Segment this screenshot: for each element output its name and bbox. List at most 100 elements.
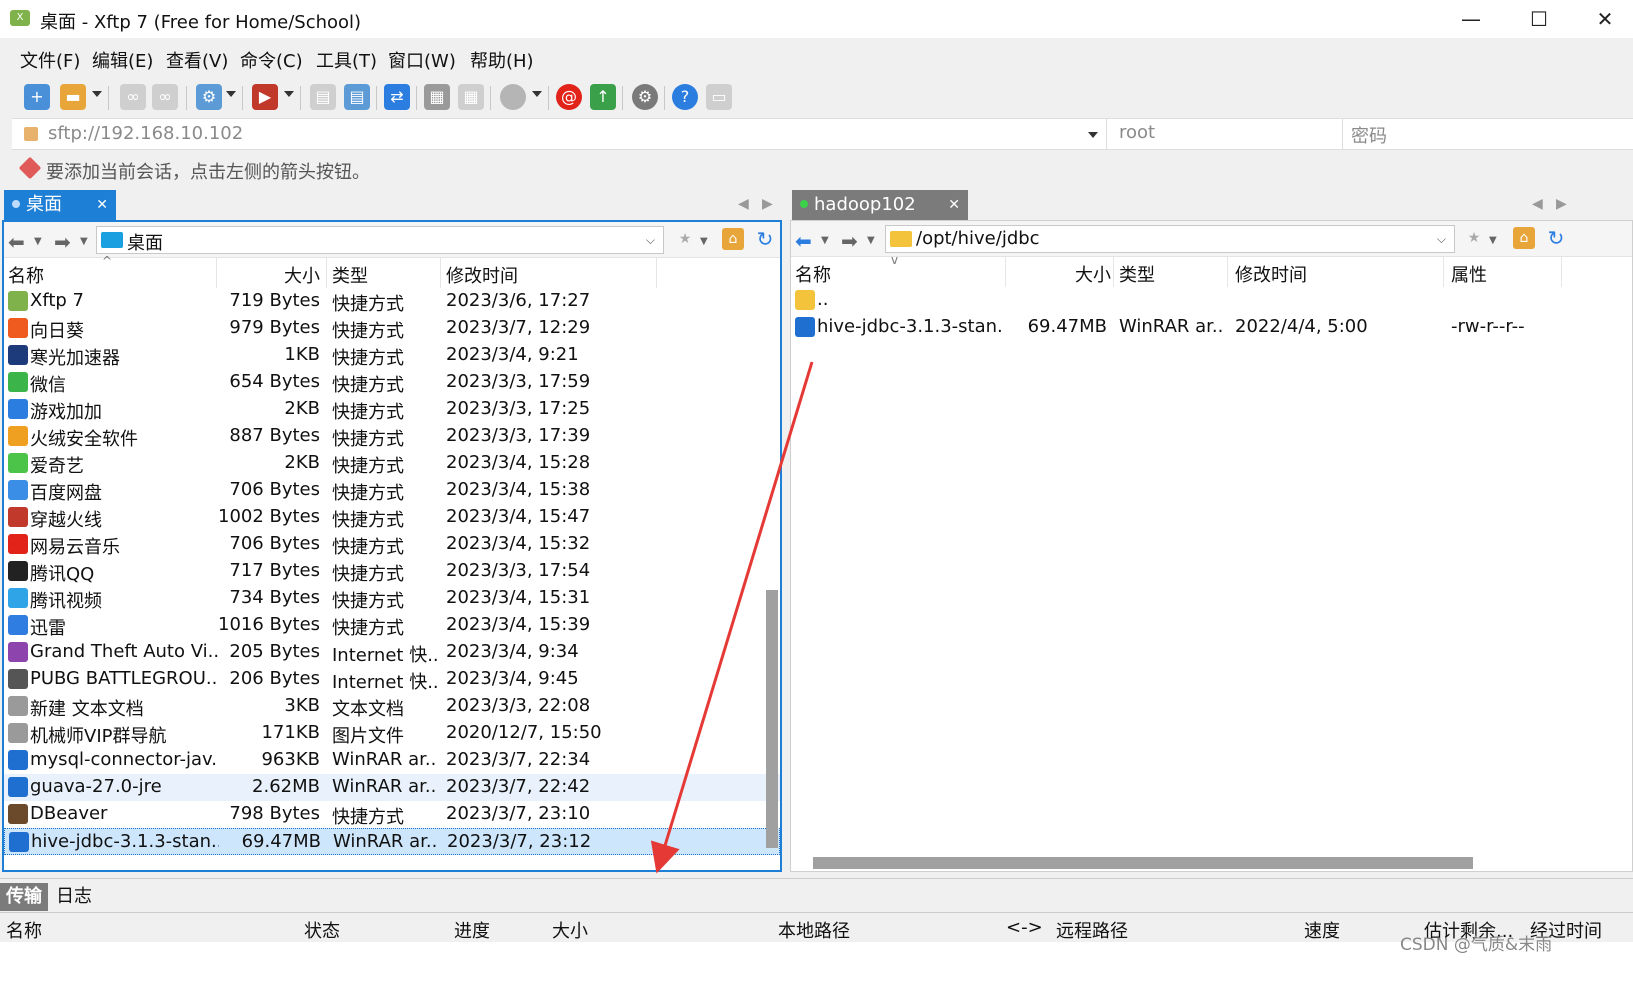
table-row[interactable]: 网易云音乐 706 Bytes 快捷方式 2023/3/4, 15:32 (4, 531, 780, 558)
tab-log[interactable]: 日志 (50, 883, 98, 911)
col-modified[interactable]: 修改时间 (446, 262, 518, 288)
table-row[interactable]: 迅雷 1016 Bytes 快捷方式 2023/3/4, 15:39 (4, 612, 780, 639)
username-input[interactable]: root (1106, 119, 1342, 149)
col-speed[interactable]: 速度 (1304, 917, 1340, 943)
col-name[interactable]: 名称 (795, 261, 831, 287)
status-dropdown-icon[interactable] (532, 91, 542, 97)
settings-gear-icon[interactable]: ⚙ (632, 84, 658, 110)
col-type[interactable]: 类型 (332, 262, 368, 288)
path-dropdown-icon[interactable]: ⌵ (646, 233, 655, 248)
table-row[interactable]: 向日葵 979 Bytes 快捷方式 2023/3/7, 12:29 (4, 315, 780, 342)
col-size[interactable]: 大小 (1075, 261, 1111, 287)
forward-arrow-icon[interactable]: ➡ (841, 229, 858, 253)
xftp-icon[interactable]: ↑ (590, 84, 616, 110)
forward-dropdown-icon[interactable]: ▼ (80, 236, 88, 247)
table-row[interactable]: 百度网盘 706 Bytes 快捷方式 2023/3/4, 15:38 (4, 477, 780, 504)
refresh-icon[interactable]: ↻ (754, 228, 776, 250)
col-status[interactable]: 状态 (304, 917, 340, 943)
table-row[interactable]: mysql-connector-jav... 963KB WinRAR ar... 2… (4, 747, 780, 774)
host-input[interactable]: sftp://192.168.10.102 (48, 123, 243, 144)
menu-file[interactable]: 文件(F) (20, 47, 80, 73)
new-session-icon[interactable]: + (24, 84, 50, 110)
table-row[interactable]: 腾讯视频 734 Bytes 快捷方式 2023/3/4, 15:31 (4, 585, 780, 612)
transfer-icon[interactable]: ▶ (252, 84, 278, 110)
copy-icon[interactable]: ▦ (424, 84, 450, 110)
tab-prev-icon[interactable]: ◀ (738, 196, 749, 212)
col-local-path[interactable]: 本地路径 (778, 917, 850, 943)
table-row[interactable]: hive-jdbc-3.1.3-stan... 69.47MB WinRAR ar.… (791, 314, 1632, 341)
table-row[interactable]: 微信 654 Bytes 快捷方式 2023/3/3, 17:59 (4, 369, 780, 396)
table-row[interactable]: 游戏加加 2KB 快捷方式 2023/3/3, 17:25 (4, 396, 780, 423)
table-row[interactable]: 腾讯QQ 717 Bytes 快捷方式 2023/3/3, 17:54 (4, 558, 780, 585)
table-row[interactable]: 寒光加速器 1KB 快捷方式 2023/3/4, 9:21 (4, 342, 780, 369)
properties-dropdown-icon[interactable] (226, 91, 236, 97)
table-row[interactable]: 火绒安全软件 887 Bytes 快捷方式 2023/3/3, 17:39 (4, 423, 780, 450)
back-dropdown-icon[interactable]: ▼ (34, 236, 42, 247)
col-progress[interactable]: 进度 (454, 917, 490, 943)
properties-icon[interactable]: ⚙ (196, 84, 222, 110)
parent-folder-icon[interactable]: ⌂ (1513, 227, 1535, 249)
tab-transfer[interactable]: 传输 (0, 883, 48, 911)
chat-icon[interactable]: ▭ (706, 84, 732, 110)
local-path-field[interactable]: 桌面 ⌵ (96, 226, 664, 254)
col-attributes[interactable]: 属性 (1451, 261, 1487, 287)
col-direction[interactable]: <-> (1006, 917, 1043, 938)
local-vertical-scrollbar[interactable] (766, 590, 778, 848)
col-type[interactable]: 类型 (1119, 261, 1155, 287)
password-input[interactable]: 密码 (1342, 119, 1633, 149)
maximize-button[interactable]: ☐ (1514, 4, 1564, 34)
menu-window[interactable]: 窗口(W) (388, 47, 456, 73)
col-remote-path[interactable]: 远程路径 (1056, 917, 1128, 943)
status-icon[interactable] (500, 84, 526, 110)
open-folder-icon[interactable]: ▬ (60, 84, 86, 110)
minimize-button[interactable]: — (1446, 4, 1496, 34)
transfer-dropdown-icon[interactable] (284, 91, 294, 97)
open-dropdown-icon[interactable] (92, 91, 102, 97)
remote-horizontal-scrollbar[interactable] (813, 857, 1473, 869)
table-row[interactable]: 穿越火线 1002 Bytes 快捷方式 2023/3/4, 15:47 (4, 504, 780, 531)
close-tab-icon[interactable]: ✕ (948, 190, 960, 220)
close-button[interactable]: ✕ (1580, 4, 1630, 34)
tab-remote[interactable]: hadoop102 ✕ (792, 190, 968, 220)
bookmark-dropdown-icon[interactable]: ▼ (700, 236, 708, 247)
path-dropdown-icon[interactable]: ⌵ (1437, 232, 1446, 247)
col-size[interactable]: 大小 (552, 917, 588, 943)
menu-help[interactable]: 帮助(H) (470, 47, 534, 73)
bookmark-star-icon[interactable]: ★ (1463, 227, 1485, 249)
upload-icon[interactable]: ▤ (344, 84, 370, 110)
menu-tools[interactable]: 工具(T) (316, 47, 377, 73)
table-row[interactable]: 新建 文本文档 3KB 文本文档 2023/3/3, 22:08 (4, 693, 780, 720)
refresh-icon[interactable]: ↻ (1545, 227, 1567, 249)
close-tab-icon[interactable]: ✕ (96, 190, 108, 220)
tab-next-icon[interactable]: ▶ (762, 196, 773, 212)
table-row[interactable]: hive-jdbc-3.1.3-stan... 69.47MB WinRAR ar.… (4, 828, 780, 855)
connect-icon[interactable]: ∞ (120, 84, 146, 110)
tab-next-icon[interactable]: ▶ (1556, 196, 1567, 212)
paste-icon[interactable]: ▦ (458, 84, 484, 110)
tab-local[interactable]: 桌面 ✕ (4, 190, 116, 220)
remote-path-field[interactable]: /opt/hive/jdbc ⌵ (885, 225, 1455, 253)
tab-prev-icon[interactable]: ◀ (1532, 196, 1543, 212)
table-row[interactable]: guava-27.0-jre 2.62MB WinRAR ar... 2023/3/7… (4, 774, 780, 801)
forward-dropdown-icon[interactable]: ▼ (867, 235, 875, 246)
table-row[interactable]: 爱奇艺 2KB 快捷方式 2023/3/4, 15:28 (4, 450, 780, 477)
help-icon[interactable]: ? (672, 84, 698, 110)
table-row[interactable]: Xftp 7 719 Bytes 快捷方式 2023/3/6, 17:27 (4, 288, 780, 315)
back-arrow-icon[interactable]: ⬅ (8, 230, 25, 254)
table-row[interactable]: 机械师VIP群导航 171KB 图片文件 2020/12/7, 15:50 (4, 720, 780, 747)
menu-command[interactable]: 命令(C) (240, 47, 303, 73)
sync-icon[interactable]: ⇄ (384, 84, 410, 110)
bookmark-dropdown-icon[interactable]: ▼ (1489, 235, 1497, 246)
download-icon[interactable]: ▤ (310, 84, 336, 110)
menu-view[interactable]: 查看(V) (166, 47, 228, 73)
menu-edit[interactable]: 编辑(E) (92, 47, 153, 73)
back-dropdown-icon[interactable]: ▼ (821, 235, 829, 246)
table-row[interactable]: PUBG BATTLEGROU... 206 Bytes Internet 快...… (4, 666, 780, 693)
disconnect-icon[interactable]: ∞ (152, 84, 178, 110)
bookmark-star-icon[interactable]: ★ (674, 228, 696, 250)
col-name[interactable]: 名称 (6, 917, 42, 943)
col-size[interactable]: 大小 (284, 262, 320, 288)
forward-arrow-icon[interactable]: ➡ (54, 230, 71, 254)
table-row[interactable]: DBeaver 798 Bytes 快捷方式 2023/3/7, 23:10 (4, 801, 780, 828)
xshell-icon[interactable]: @ (556, 84, 582, 110)
